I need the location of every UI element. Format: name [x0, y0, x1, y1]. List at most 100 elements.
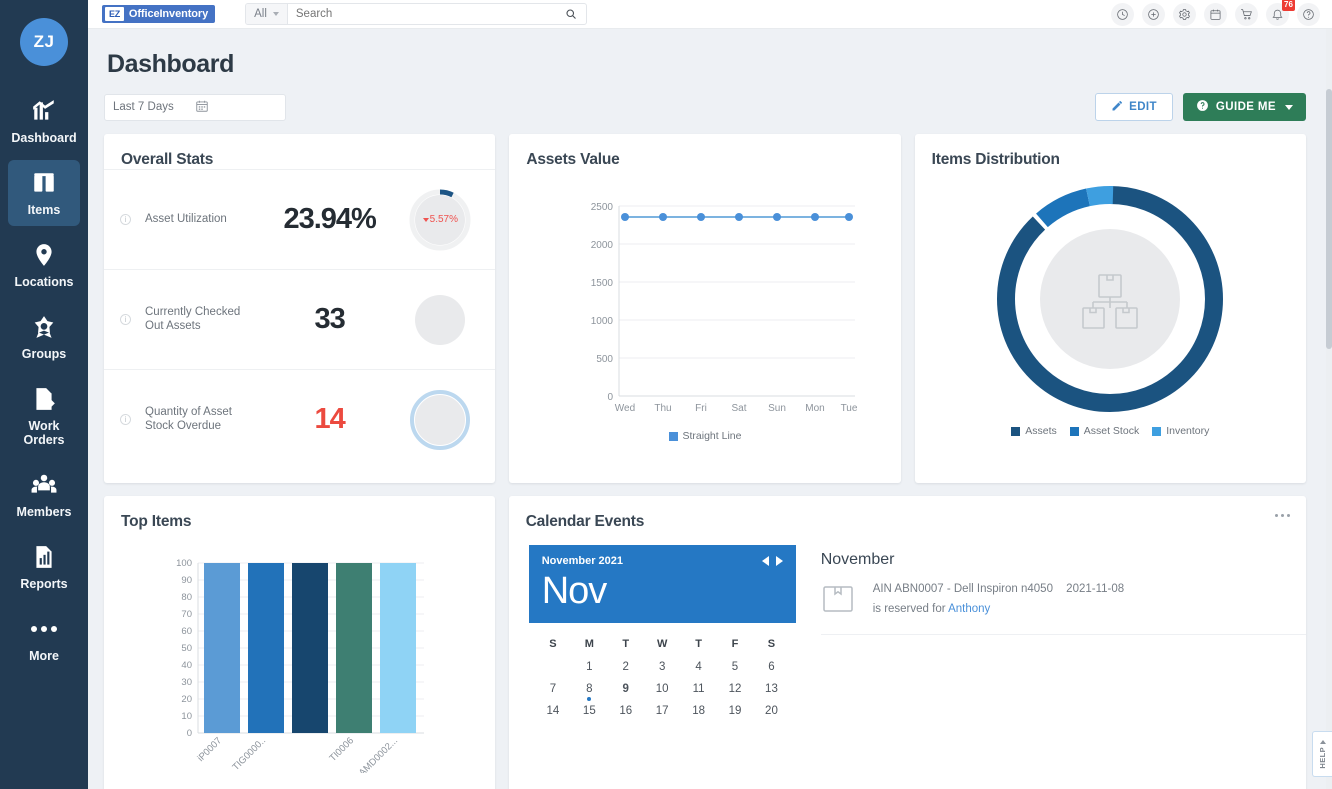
clock-icon[interactable] [1111, 3, 1134, 26]
stat-ring-center [415, 395, 465, 445]
guide-me-button[interactable]: GUIDE ME [1183, 93, 1306, 121]
search-icon[interactable] [565, 8, 586, 20]
avatar[interactable]: ZJ [20, 18, 68, 66]
calendar-day[interactable]: 15 [571, 700, 607, 722]
event-reserved-for-link[interactable]: Anthony [948, 603, 990, 615]
calendar-day[interactable] [535, 656, 571, 678]
stat-ring-full [409, 389, 471, 451]
card-calendar-events: Calendar Events November 2021 [509, 496, 1306, 789]
info-icon[interactable]: i [120, 314, 131, 325]
info-icon[interactable]: i [120, 414, 131, 425]
card-items-distribution: Items Distribution [915, 134, 1306, 483]
sidebar-item-dashboard[interactable]: Dashboard [8, 88, 80, 154]
top-items-bar-chart: 1009080 706050 403020 100 [104, 531, 495, 778]
dashboard-row-bottom: Top Items 1009080 706050 403020 100 [104, 496, 1306, 789]
stat-ring-center: 5.57% [415, 195, 465, 245]
weekday-header: S [535, 632, 571, 656]
notification-badge: 76 [1282, 0, 1295, 11]
search-input[interactable] [288, 8, 565, 20]
calendar-day[interactable]: 18 [680, 700, 716, 722]
legend-item[interactable]: Asset Stock [1070, 425, 1139, 437]
weekday-header: F [717, 632, 753, 656]
app-logo[interactable]: EZ OfficeInventory [102, 5, 215, 23]
page-scrollbar-thumb[interactable] [1326, 89, 1332, 349]
svg-text:0: 0 [187, 728, 192, 739]
card-top-items: Top Items 1009080 706050 403020 100 [104, 496, 495, 789]
calendar-day[interactable]: 17 [644, 700, 680, 722]
calendar-day[interactable]: 2 [608, 656, 644, 678]
search-scope-dropdown[interactable]: All [246, 4, 288, 24]
page-scrollbar-track[interactable] [1326, 29, 1332, 789]
svg-text:0: 0 [608, 392, 614, 403]
calendar-day[interactable]: 5 [717, 656, 753, 678]
stat-ring-empty [409, 289, 471, 351]
calendar-day[interactable]: 6 [753, 656, 789, 678]
calendar-day[interactable]: 3 [644, 656, 680, 678]
members-people-icon [31, 472, 57, 498]
event-text: AIN ABN0007 - Dell Inspiron n4050 2021-1… [873, 583, 1124, 615]
cart-icon[interactable] [1235, 3, 1258, 26]
sidebar-item-groups[interactable]: Groups [8, 304, 80, 370]
calendar-day[interactable]: 19 [717, 700, 753, 722]
calendar-day[interactable]: 11 [680, 678, 716, 700]
calendar-day[interactable]: 14 [535, 700, 571, 722]
calendar-day[interactable]: 13 [753, 678, 789, 700]
help-tab[interactable]: HELP [1312, 731, 1332, 777]
sidebar-item-reports[interactable]: Reports [8, 534, 80, 600]
calendar-day[interactable]: 20 [753, 700, 789, 722]
calendar-day-selected[interactable]: 8 [571, 678, 607, 700]
svg-text:500: 500 [597, 354, 614, 365]
chevron-down-icon [273, 12, 279, 16]
toolbar-actions: EDIT GUIDE ME [1095, 93, 1306, 121]
bell-icon[interactable]: 76 [1266, 3, 1289, 26]
dashboard-toolbar: Last 7 Days EDIT [104, 93, 1306, 121]
calendar-nav [762, 556, 783, 566]
help-circle-icon [1196, 99, 1209, 115]
svg-text:40: 40 [181, 660, 192, 671]
more-options-icon[interactable] [1275, 514, 1290, 517]
calendar-day[interactable]: 7 [535, 678, 571, 700]
sidebar-item-more[interactable]: More [8, 606, 80, 672]
calendar-icon[interactable] [1204, 3, 1227, 26]
topbar: EZ OfficeInventory All [88, 0, 1332, 29]
calendar-day[interactable]: 1 [571, 656, 607, 678]
prev-month-icon[interactable] [762, 556, 769, 566]
legend-item[interactable]: Assets [1011, 425, 1057, 437]
legend-item[interactable]: Inventory [1152, 425, 1209, 437]
legend-label: Inventory [1166, 425, 1209, 437]
svg-text:70: 70 [181, 609, 192, 620]
calendar-weekday-row: S M T W T F S [535, 632, 790, 656]
svg-text:80: 80 [181, 592, 192, 603]
calendar-day[interactable]: 10 [644, 678, 680, 700]
info-icon[interactable]: i [120, 214, 131, 225]
calendar-day-today[interactable]: 9 [608, 678, 644, 700]
pencil-icon [1111, 100, 1123, 115]
calendar-day[interactable]: 12 [717, 678, 753, 700]
search-scope-label: All [254, 8, 267, 20]
legend-swatch [1011, 427, 1020, 436]
svg-text:60: 60 [181, 626, 192, 637]
package-box-icon [821, 582, 855, 616]
legend-item[interactable]: Straight Line [669, 430, 742, 442]
topbar-icon-group: 76 [1111, 3, 1320, 26]
sidebar-item-work-orders[interactable]: Work Orders [8, 376, 80, 456]
sidebar-item-members[interactable]: Members [8, 462, 80, 528]
sidebar-item-label: Groups [22, 347, 66, 361]
plus-circle-icon[interactable] [1142, 3, 1165, 26]
sidebar-item-locations[interactable]: Locations [8, 232, 80, 298]
svg-text:10: 10 [181, 711, 192, 722]
event-item[interactable]: AIN ABN0007 - Dell Inspiron n4050 2021-1… [821, 582, 1306, 635]
svg-text:Thu: Thu [655, 403, 672, 414]
next-month-icon[interactable] [776, 556, 783, 566]
svg-text:2000: 2000 [591, 240, 614, 251]
help-circle-icon[interactable] [1297, 3, 1320, 26]
date-range-picker[interactable]: Last 7 Days [104, 94, 286, 121]
stat-value: 23.94% [250, 203, 409, 236]
gear-icon[interactable] [1173, 3, 1196, 26]
sidebar-item-label: Work Orders [10, 419, 78, 447]
edit-button[interactable]: EDIT [1095, 93, 1173, 121]
calendar-day[interactable]: 16 [608, 700, 644, 722]
svg-text:Mon: Mon [806, 403, 825, 414]
sidebar-item-items[interactable]: Items [8, 160, 80, 226]
calendar-day[interactable]: 4 [680, 656, 716, 678]
